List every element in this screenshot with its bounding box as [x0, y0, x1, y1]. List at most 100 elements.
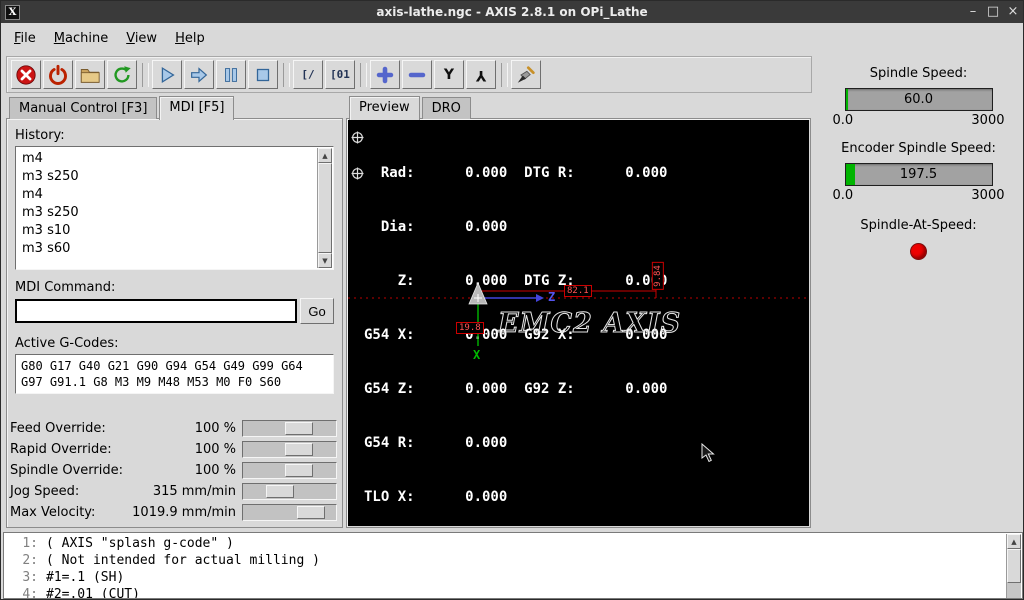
- step-button[interactable]: [184, 60, 214, 89]
- gcode-lines: 1: ( AXIS "splash g-code" ) 2: ( Not int…: [6, 535, 1005, 598]
- scale-min: 0.0: [832, 188, 854, 203]
- encoder-spindle-speed-value: 197.5: [899, 167, 938, 182]
- spindle-sidebar: Spindle Speed: 60.0 0.0 3000 Encoder Spi…: [817, 57, 1020, 260]
- open-file-button[interactable]: [75, 60, 105, 89]
- go-button[interactable]: Go: [300, 298, 334, 324]
- gcode-line[interactable]: 2: ( Not intended for actual milling ): [6, 552, 1005, 569]
- optional-pause-button[interactable]: [01: [325, 60, 355, 89]
- rapid-override-slider[interactable]: [242, 441, 337, 458]
- tab-preview[interactable]: Preview: [349, 96, 420, 120]
- history-item[interactable]: m3 s250: [22, 204, 312, 222]
- toolbar: [/ [01 Y Y: [6, 56, 812, 93]
- open-file-icon: [80, 68, 100, 83]
- menu-file[interactable]: File: [5, 24, 45, 54]
- history-item[interactable]: m3 s60: [22, 240, 312, 258]
- preview-frame: Rad: 0.000 DTG R: 0.000 Dia: 0.000 Z: 0.…: [346, 118, 811, 528]
- clear-plot-icon: [517, 65, 535, 83]
- preview-tabs: Preview DRO: [346, 95, 473, 120]
- stop-icon: [256, 68, 270, 81]
- machine-power-button[interactable]: [43, 60, 73, 89]
- scroll-up-icon[interactable]: ▲: [1007, 534, 1021, 549]
- zoom-in-button[interactable]: [370, 60, 400, 89]
- feed-override-row: Feed Override: 100 %: [10, 418, 337, 439]
- history-scrollbar[interactable]: ▲ ▼: [317, 148, 332, 268]
- encoder-spindle-speed-gauge: 197.5: [844, 163, 993, 186]
- machine-power-icon: [49, 64, 67, 85]
- slider-handle[interactable]: [284, 443, 313, 456]
- run-button[interactable]: [152, 60, 182, 89]
- step-icon: [191, 66, 208, 83]
- estop-button[interactable]: [11, 60, 41, 89]
- tab-manual-control[interactable]: Manual Control [F3]: [9, 97, 158, 119]
- max-velocity-slider[interactable]: [242, 504, 337, 521]
- reload-button[interactable]: [107, 60, 137, 89]
- view-y-button[interactable]: Y: [434, 60, 464, 89]
- menu-view[interactable]: View: [117, 24, 166, 54]
- stop-button[interactable]: [248, 60, 278, 89]
- mdi-history-list[interactable]: m4 m3 s250 m4 m3 s250 m3 s10 m3 s60 ▲ ▼: [15, 146, 334, 270]
- spindle-override-row: Spindle Override: 100 %: [10, 460, 337, 481]
- feed-override-slider[interactable]: [242, 420, 337, 437]
- clear-plot-button[interactable]: [511, 60, 541, 89]
- minimize-button[interactable]: –: [963, 1, 983, 23]
- gcode-scrollbar[interactable]: ▲: [1006, 534, 1021, 598]
- history-item[interactable]: m4: [22, 150, 312, 168]
- jog-speed-slider[interactable]: [242, 483, 337, 500]
- pause-button[interactable]: [216, 60, 246, 89]
- mdi-command-input[interactable]: [15, 299, 297, 323]
- tab-mdi[interactable]: MDI [F5]: [159, 96, 235, 120]
- zoom-out-button[interactable]: [402, 60, 432, 89]
- spindle-speed-label: Spindle Speed:: [869, 66, 968, 81]
- scroll-up-icon[interactable]: ▲: [318, 148, 332, 163]
- spindle-at-speed-label: Spindle-At-Speed:: [860, 218, 977, 233]
- slider-handle[interactable]: [284, 422, 313, 435]
- scrollbar-thumb[interactable]: [318, 163, 332, 253]
- scale-max: 3000: [971, 188, 1005, 203]
- slider-handle[interactable]: [284, 464, 313, 477]
- slider-handle[interactable]: [296, 506, 325, 519]
- toolbar-separator: [142, 62, 149, 87]
- preview-canvas[interactable]: Rad: 0.000 DTG R: 0.000 Dia: 0.000 Z: 0.…: [348, 120, 809, 526]
- line-number: 1:: [22, 536, 38, 551]
- spindle-speed-value: 60.0: [904, 92, 933, 107]
- view-y-flipped-icon: Y: [475, 66, 487, 83]
- view-y-flipped-button[interactable]: Y: [466, 60, 496, 89]
- encoder-spindle-speed-label: Encoder Spindle Speed:: [841, 141, 996, 156]
- line-text: ( AXIS "splash g-code" ): [46, 536, 234, 551]
- scrollbar-thumb[interactable]: [1007, 549, 1021, 583]
- scroll-down-icon[interactable]: ▼: [318, 253, 332, 268]
- menu-help[interactable]: Help: [166, 24, 214, 54]
- close-button[interactable]: ×: [1003, 1, 1023, 23]
- history-item[interactable]: m3 s250: [22, 168, 312, 186]
- run-icon: [161, 66, 175, 83]
- jog-speed-value: 315 mm/min: [152, 484, 236, 499]
- line-number: 3:: [22, 570, 38, 585]
- toolbar-separator: [360, 62, 367, 87]
- override-block: Feed Override: 100 % Rapid Override: 100…: [10, 418, 337, 523]
- z-axis-label: Z: [548, 290, 556, 304]
- pause-icon: [225, 67, 237, 82]
- history-label: History:: [15, 128, 65, 143]
- titlebar[interactable]: X axis-lathe.ngc - AXIS 2.8.1 on OPi_Lat…: [1, 1, 1023, 23]
- estop-icon: [16, 64, 36, 85]
- axis-window: { "window": { "title": "axis-lathe.ngc -…: [0, 0, 1024, 600]
- slider-handle[interactable]: [266, 485, 295, 498]
- toolbar-separator: [283, 62, 290, 87]
- maximize-button[interactable]: □: [983, 1, 1003, 23]
- dimension-label-x-extent: 9.84: [651, 262, 664, 290]
- control-panel: Manual Control [F3] MDI [F5] History: m4…: [6, 95, 343, 528]
- gcode-line[interactable]: 1: ( AXIS "splash g-code" ): [6, 535, 1005, 552]
- history-item[interactable]: m4: [22, 186, 312, 204]
- history-item[interactable]: m3 s10: [22, 222, 312, 240]
- gcode-line[interactable]: 4: #2=.01 (CUT): [6, 586, 1005, 599]
- x-axis-label: X: [473, 348, 481, 362]
- menu-machine[interactable]: Machine: [45, 24, 117, 54]
- skip-lines-button[interactable]: [/: [293, 60, 323, 89]
- rapid-override-value: 100 %: [194, 442, 236, 457]
- tab-dro[interactable]: DRO: [421, 97, 471, 119]
- spindle-override-slider[interactable]: [242, 462, 337, 479]
- gcode-line[interactable]: 3: #1=.1 (SH): [6, 569, 1005, 586]
- feed-override-value: 100 %: [194, 421, 236, 436]
- gcode-listing[interactable]: 1: ( AXIS "splash g-code" ) 2: ( Not int…: [3, 532, 1023, 599]
- line-number: 4:: [22, 587, 38, 599]
